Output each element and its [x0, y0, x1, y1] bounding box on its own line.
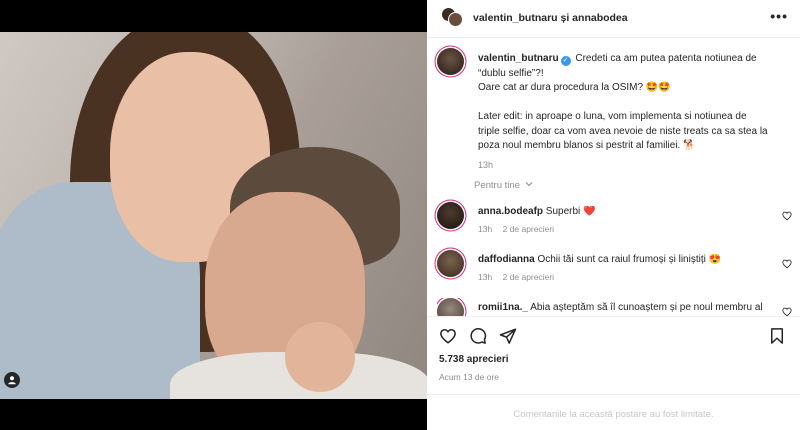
comment-likes[interactable]: 2 de aprecieri: [503, 272, 555, 282]
heart-icon[interactable]: [782, 259, 792, 269]
heart-icon[interactable]: [782, 211, 792, 221]
avatar[interactable]: [437, 202, 464, 229]
chevron-down-icon: [525, 182, 532, 187]
comment-body: Ochii tăi sunt ca raiul frumoși și liniș…: [537, 254, 722, 265]
comment-time: 13h: [478, 272, 493, 282]
like-heart-icon[interactable]: [439, 327, 457, 345]
comment-item: romii1na._ Abia așteptăm să îl cunoaștem…: [437, 298, 792, 316]
instagram-post-viewer: valentin_butnaru și annabodea ••• valent…: [0, 0, 800, 430]
caption-line: Later edit: in aproape o luna, vom imple…: [478, 111, 747, 122]
post-photo[interactable]: [0, 32, 427, 399]
caption-username[interactable]: valentin_butnaru: [478, 53, 559, 64]
caption-text: valentin_butnaru ✓ Credeti ca am putea pa…: [478, 52, 798, 176]
arm-shape: [285, 322, 355, 392]
comment-icon[interactable]: [469, 327, 487, 345]
post-timestamp: Acum 13 de ore: [439, 372, 500, 382]
user-icon: [8, 376, 16, 385]
share-icon[interactable]: [499, 327, 517, 345]
caption-line: Credeti ca am putea patenta notiunea de: [575, 53, 757, 64]
post-author-names[interactable]: valentin_butnaru și annabodea: [473, 12, 628, 24]
translation-label: Pentru tine: [474, 180, 520, 191]
tagged-users-button[interactable]: [4, 372, 20, 388]
likes-count[interactable]: 5.738 aprecieri: [439, 354, 509, 365]
caption-time: 13h: [478, 159, 494, 170]
comment-time: 13h: [478, 224, 493, 234]
comment-text: anna.bodeafp Superbi ❤️: [478, 206, 768, 217]
post-side-panel: valentin_butnaru și annabodea ••• valent…: [427, 0, 800, 430]
verified-badge-icon: ✓: [560, 56, 571, 66]
comment-body: Abia așteptăm să îl cunoaștem și pe noul…: [530, 302, 763, 313]
comment-meta: 13h 2 de aprecieri: [478, 272, 554, 282]
comment-meta: 13h 2 de aprecieri: [478, 224, 554, 234]
see-translation-toggle[interactable]: Pentru tine: [474, 180, 533, 191]
caption-line: poza noul membru blanos si pestrit al fa…: [478, 140, 696, 151]
comment-text: romii1na._ Abia așteptăm să îl cunoaștem…: [478, 302, 768, 313]
comment-body: Superbi ❤️: [545, 206, 596, 217]
more-horizontal-icon[interactable]: •••: [770, 8, 788, 24]
avatar[interactable]: [437, 298, 464, 316]
comment-username[interactable]: romii1na._: [478, 302, 528, 313]
heart-icon[interactable]: [782, 307, 792, 316]
caption-line: Oare cat ar dura procedura la OSIM? 🤩🤩: [478, 82, 671, 93]
comment-text: daffodianna Ochii tăi sunt ca raiul frum…: [478, 254, 768, 265]
save-bookmark-icon[interactable]: [768, 327, 786, 345]
post-actions-bar: [427, 316, 800, 352]
comment-username[interactable]: daffodianna: [478, 254, 535, 265]
caption-line: “dublu selfie”?!: [478, 67, 544, 79]
avatar[interactable]: [437, 250, 464, 277]
post-media: [0, 0, 427, 430]
caption-line: triple selfie, doar ca vom avea nevoie d…: [478, 125, 768, 137]
header-avatars[interactable]: [441, 7, 463, 29]
comments-limited-notice: Comentariile la această postare au fost …: [427, 394, 800, 430]
comment-likes[interactable]: 2 de aprecieri: [503, 224, 555, 234]
comment-username[interactable]: anna.bodeafp: [478, 206, 543, 217]
post-header: valentin_butnaru și annabodea •••: [427, 0, 800, 38]
avatar: [448, 12, 463, 27]
avatar[interactable]: [437, 48, 464, 75]
